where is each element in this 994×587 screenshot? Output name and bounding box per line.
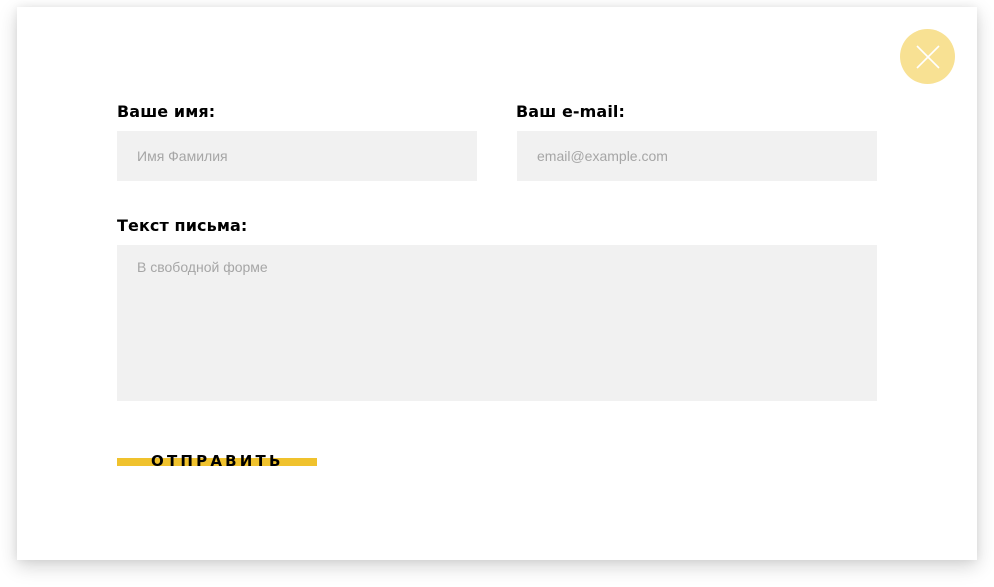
feedback-modal: Ваше имя: Ваш e-mail: Текст письма: ОТПР… — [17, 7, 977, 560]
email-input[interactable] — [517, 131, 877, 181]
submit-button[interactable]: ОТПРАВИТЬ — [117, 449, 317, 475]
email-label: Ваш e-mail: — [516, 102, 625, 121]
message-textarea[interactable] — [117, 245, 877, 401]
message-label: Текст письма: — [117, 216, 248, 235]
name-label: Ваше имя: — [117, 102, 216, 121]
close-icon — [915, 44, 940, 69]
close-button[interactable] — [900, 29, 955, 84]
name-input[interactable] — [117, 131, 477, 181]
submit-label: ОТПРАВИТЬ — [151, 452, 284, 470]
